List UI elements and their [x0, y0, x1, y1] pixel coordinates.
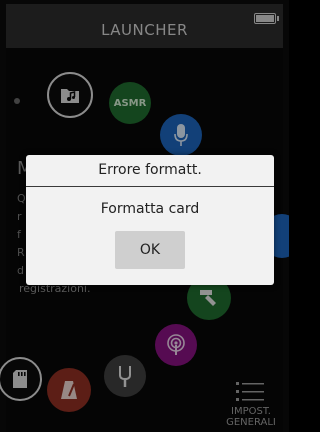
dialog-title: Errore formatt.	[98, 162, 202, 178]
dialog-message: Formatta card	[100, 201, 200, 217]
error-dialog: Errore formatt. Formatta card OK	[26, 155, 274, 285]
device-screen: LAUNCHER ASMR M Q r f R d registrazioni.…	[0, 0, 289, 432]
ok-button[interactable]: OK	[115, 231, 185, 269]
dialog-divider	[26, 186, 274, 187]
